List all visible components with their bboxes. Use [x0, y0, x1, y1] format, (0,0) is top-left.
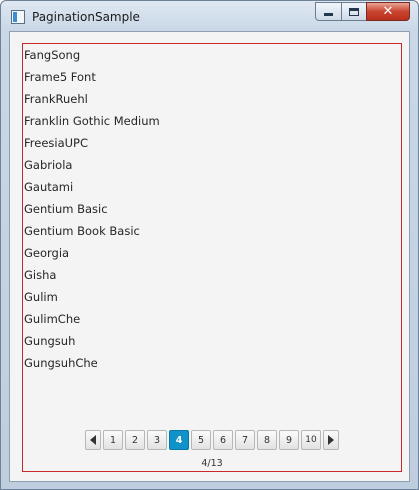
chevron-left-icon [90, 435, 96, 445]
list-item[interactable]: Gautami [24, 177, 400, 199]
pagination-control: FangSong Frame5 Font FrankRuehl Franklin… [22, 43, 402, 472]
page-button-2[interactable]: 2 [125, 430, 145, 450]
window-title: PaginationSample [32, 10, 140, 24]
minimize-button[interactable] [315, 2, 341, 21]
font-list: FangSong Frame5 Font FrankRuehl Franklin… [24, 45, 400, 375]
list-item[interactable]: FreesiaUPC [24, 133, 400, 155]
caption-buttons: ✕ [315, 2, 410, 22]
previous-page-button[interactable] [85, 430, 101, 450]
list-item[interactable]: Franklin Gothic Medium [24, 111, 400, 133]
page-button-7[interactable]: 7 [235, 430, 255, 450]
close-button[interactable]: ✕ [366, 2, 410, 21]
page-button-4-current[interactable]: 4 [169, 430, 189, 450]
page-button-10[interactable]: 10 [301, 430, 321, 450]
list-item[interactable]: Gulim [24, 287, 400, 309]
list-item[interactable]: Gungsuh [24, 331, 400, 353]
maximize-button[interactable] [341, 2, 366, 21]
list-item[interactable]: Gentium Basic [24, 199, 400, 221]
page-navigation: 1 2 3 4 5 6 7 8 9 10 [85, 430, 339, 450]
list-item[interactable]: Gabriola [24, 155, 400, 177]
page-button-6[interactable]: 6 [213, 430, 233, 450]
chevron-right-icon [328, 435, 334, 445]
list-item[interactable]: Gisha [24, 265, 400, 287]
app-window: PaginationSample ✕ FangSong Frame5 Font … [0, 0, 419, 490]
title-bar[interactable]: PaginationSample ✕ [1, 1, 418, 33]
close-icon: ✕ [382, 4, 394, 19]
client-area: FangSong Frame5 Font FrankRuehl Franklin… [9, 31, 410, 482]
maximize-icon [349, 7, 359, 16]
app-icon [11, 10, 25, 24]
list-item[interactable]: FrankRuehl [24, 89, 400, 111]
list-item[interactable]: Frame5 Font [24, 67, 400, 89]
page-button-5[interactable]: 5 [191, 430, 211, 450]
minimize-icon [324, 13, 333, 16]
list-item[interactable]: GungsuhChe [24, 353, 400, 375]
list-item[interactable]: GulimChe [24, 309, 400, 331]
next-page-button[interactable] [323, 430, 339, 450]
page-button-3[interactable]: 3 [147, 430, 167, 450]
page-information: 4/13 [201, 458, 223, 469]
list-item[interactable]: Georgia [24, 243, 400, 265]
list-item[interactable]: Gentium Book Basic [24, 221, 400, 243]
page-button-1[interactable]: 1 [103, 430, 123, 450]
list-item[interactable]: FangSong [24, 45, 400, 67]
page-button-8[interactable]: 8 [257, 430, 277, 450]
page-button-9[interactable]: 9 [279, 430, 299, 450]
